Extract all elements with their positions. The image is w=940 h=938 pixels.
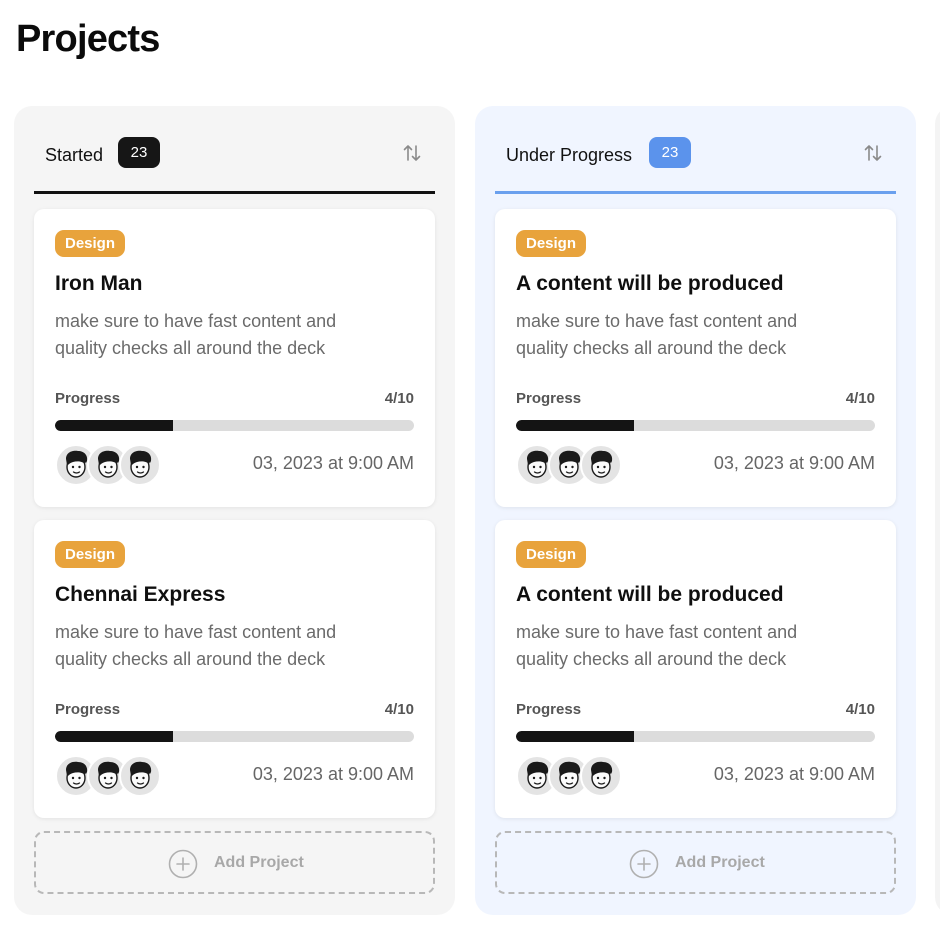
project-card[interactable]: Design Chennai Express make sure to have… xyxy=(34,520,435,818)
project-card[interactable]: Design A content will be produced make s… xyxy=(495,520,896,818)
progress-label: Progress xyxy=(55,390,121,407)
sort-arrows-icon[interactable] xyxy=(862,142,884,164)
progress-bar-fill xyxy=(55,731,174,742)
count-badge: 23 xyxy=(649,137,691,168)
card-date: 03, 2023 at 9:00 AM xyxy=(252,453,414,473)
card-title: A content will be produced xyxy=(516,583,784,606)
card-date: 03, 2023 at 9:00 AM xyxy=(713,764,875,784)
card-description: make sure to have fast content and quali… xyxy=(516,622,798,669)
project-card[interactable]: Design A content will be produced make s… xyxy=(495,209,896,507)
column-underline xyxy=(495,191,896,194)
progress-value: 4/10 xyxy=(384,390,414,407)
card-description: make sure to have fast content and quali… xyxy=(55,311,337,358)
progress-label: Progress xyxy=(516,701,582,718)
progress-bar-fill xyxy=(55,420,174,431)
progress-bar-fill xyxy=(516,420,635,431)
card-title: Chennai Express xyxy=(55,583,226,606)
column-underline xyxy=(34,191,435,194)
column-started: Started 23 Design Iron Man make sure to … xyxy=(14,106,455,915)
column-header: Started 23 xyxy=(34,136,435,194)
column-title: Started xyxy=(45,145,104,165)
next-column-edge xyxy=(935,106,940,915)
add-project-label: Add Project xyxy=(214,854,304,871)
sort-arrows-icon[interactable] xyxy=(401,142,423,164)
tag-badge: Design xyxy=(516,230,587,257)
avatar-icon[interactable] xyxy=(580,444,622,486)
card-description: make sure to have fast content and quali… xyxy=(55,622,337,669)
tag-badge: Design xyxy=(516,541,587,568)
progress-label: Progress xyxy=(55,701,121,718)
card-title: Iron Man xyxy=(55,272,143,295)
column-title: Under Progress xyxy=(506,145,633,165)
progress-bar xyxy=(516,420,875,431)
page-title: Projects xyxy=(16,18,160,60)
avatar-group xyxy=(516,444,626,486)
card-title: A content will be produced xyxy=(516,272,784,295)
progress-value: 4/10 xyxy=(384,701,414,718)
progress-bar xyxy=(55,420,414,431)
progress-value: 4/10 xyxy=(845,390,875,407)
progress-label: Progress xyxy=(516,390,582,407)
card-description: make sure to have fast content and quali… xyxy=(516,311,798,358)
avatar-group xyxy=(516,755,626,797)
tag-badge: Design xyxy=(55,230,126,257)
avatar-icon[interactable] xyxy=(119,444,161,486)
add-project-button[interactable]: Add Project xyxy=(495,831,896,894)
avatar-icon[interactable] xyxy=(119,755,161,797)
progress-bar-fill xyxy=(516,731,635,742)
plus-circle-icon xyxy=(629,849,659,879)
card-date: 03, 2023 at 9:00 AM xyxy=(713,453,875,473)
plus-circle-icon xyxy=(168,849,198,879)
column-header: Under Progress 23 xyxy=(495,136,896,194)
add-project-button[interactable]: Add Project xyxy=(34,831,435,894)
add-project-label: Add Project xyxy=(675,854,765,871)
progress-bar xyxy=(55,731,414,742)
count-badge: 23 xyxy=(118,137,160,168)
tag-badge: Design xyxy=(55,541,126,568)
progress-value: 4/10 xyxy=(845,701,875,718)
progress-bar xyxy=(516,731,875,742)
project-card[interactable]: Design Iron Man make sure to have fast c… xyxy=(34,209,435,507)
avatar-group xyxy=(55,755,165,797)
column-under-progress: Under Progress 23 Design A content will … xyxy=(475,106,916,915)
avatar-icon[interactable] xyxy=(580,755,622,797)
card-date: 03, 2023 at 9:00 AM xyxy=(252,764,414,784)
avatar-group xyxy=(55,444,165,486)
